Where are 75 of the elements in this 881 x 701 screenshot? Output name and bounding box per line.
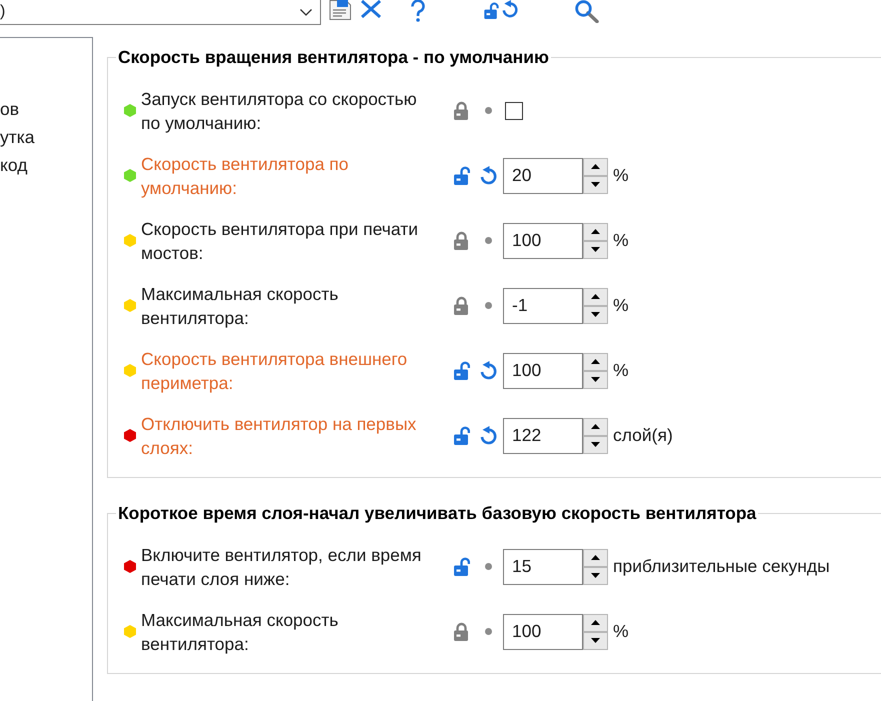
decrement-button[interactable] — [583, 436, 608, 454]
group-title: Короткое время слоя-начал увеличивать базовую скорость вентилятора — [117, 502, 758, 524]
help-icon[interactable] — [409, 0, 427, 22]
undo-icon[interactable] — [479, 166, 498, 185]
decrement-button[interactable] — [583, 240, 608, 258]
down-triangle-icon — [591, 182, 600, 187]
up-triangle-icon — [591, 229, 600, 234]
value-field[interactable]: 100 — [503, 352, 583, 388]
unit-label: приблизительные секунды — [613, 556, 830, 577]
value-field[interactable]: 100 — [503, 222, 583, 258]
setting-label: Максимальная скорость вентилятора: — [141, 608, 340, 656]
chevron-down-icon — [300, 8, 312, 16]
lock-icon[interactable] — [453, 101, 470, 120]
sidebar-item[interactable]: код — [0, 151, 28, 179]
setting-label: Максимальная скорость вентилятора: — [141, 282, 340, 330]
decrement-button[interactable] — [583, 370, 608, 388]
sidebar-item[interactable]: утка — [0, 123, 35, 151]
unit-label: % — [613, 165, 629, 186]
document-icon[interactable] — [329, 0, 352, 20]
preset-dropdown[interactable]: ) — [0, 0, 321, 25]
unit-label: слой(я) — [613, 425, 673, 446]
decrement-button[interactable] — [583, 566, 608, 584]
unit-label: % — [613, 621, 629, 642]
down-triangle-icon — [591, 573, 600, 578]
sidebar-item[interactable]: ов — [0, 95, 20, 123]
unlock-icon[interactable] — [453, 426, 470, 445]
undo-icon[interactable] — [479, 361, 498, 380]
unit-label: % — [613, 230, 629, 251]
unlock-icon[interactable] — [453, 557, 470, 576]
undo-icon[interactable] — [501, 0, 519, 18]
increment-button[interactable] — [583, 418, 608, 436]
decrement-button[interactable] — [583, 306, 608, 324]
down-triangle-icon — [591, 377, 600, 382]
lock-icon[interactable] — [453, 231, 470, 250]
decrement-button[interactable] — [583, 176, 608, 194]
setting-label: Включите вентилятор, если время печати слоя ниже: — [141, 544, 422, 590]
value-field[interactable]: 122 — [503, 418, 583, 454]
value-field[interactable]: 100 — [503, 614, 583, 650]
down-triangle-icon — [591, 247, 600, 252]
increment-button[interactable] — [583, 548, 608, 566]
increment-button[interactable] — [583, 288, 608, 306]
up-triangle-icon — [591, 359, 600, 364]
search-icon[interactable] — [574, 0, 599, 23]
unlock-icon[interactable] — [453, 166, 470, 185]
up-triangle-icon — [591, 164, 600, 169]
undo-icon[interactable] — [479, 426, 498, 445]
setting-label: Отключить вентилятор на первых слоях: — [141, 412, 418, 460]
down-triangle-icon — [591, 442, 600, 447]
lock-icon[interactable] — [453, 622, 470, 641]
checkbox[interactable] — [505, 102, 523, 120]
unlock-icon[interactable] — [483, 2, 499, 19]
value-field[interactable]: 15 — [503, 548, 583, 584]
setting-label: Скорость вентилятора по умолчанию: — [141, 152, 350, 200]
increment-button[interactable] — [583, 614, 608, 632]
increment-button[interactable] — [583, 222, 608, 240]
value-field[interactable]: 20 — [503, 158, 583, 194]
down-triangle-icon — [591, 638, 600, 643]
unit-label: % — [613, 295, 629, 316]
value-field[interactable]: -1 — [503, 288, 583, 324]
up-triangle-icon — [591, 424, 600, 429]
decrement-button[interactable] — [583, 632, 608, 650]
increment-button[interactable] — [583, 158, 608, 176]
increment-button[interactable] — [583, 352, 608, 370]
up-triangle-icon — [591, 294, 600, 299]
unit-label: % — [613, 360, 629, 381]
unlock-icon[interactable] — [453, 361, 470, 380]
setting-label: Скорость вентилятора внешнего периметра: — [141, 348, 408, 394]
lock-icon[interactable] — [453, 296, 470, 315]
setting-label: Скорость вентилятора при печати мостов: — [141, 218, 420, 264]
group-title: Скорость вращения вентилятора - по умолчанию — [117, 46, 550, 68]
down-triangle-icon — [591, 312, 600, 317]
setting-label: Запуск вентилятора со скоростью по умолчанию: — [141, 88, 418, 134]
close-icon[interactable] — [360, 0, 382, 18]
up-triangle-icon — [591, 555, 600, 560]
up-triangle-icon — [591, 620, 600, 625]
